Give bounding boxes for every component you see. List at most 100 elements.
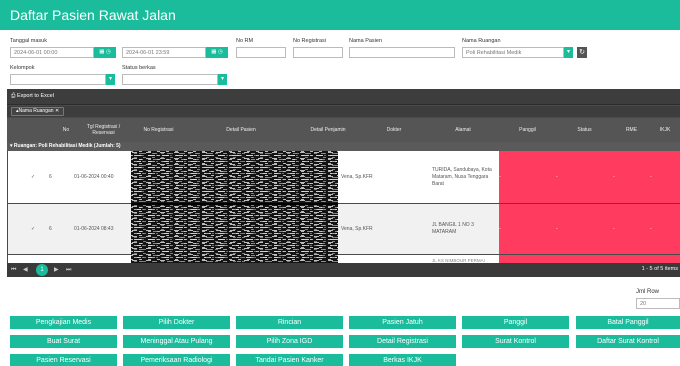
row-rme: - [613, 151, 650, 203]
row-dokter: dr. Vena, Sp.KFR [334, 226, 373, 232]
no-registrasi-label: No Registrasi [293, 38, 327, 44]
tanggal-masuk-label: Tanggal masuk [10, 38, 47, 44]
col-no[interactable]: No [55, 118, 77, 142]
page-title: Daftar Pasien Rawat Jalan [10, 7, 176, 23]
row-panggil: - [499, 151, 556, 203]
collapse-icon[interactable]: ▾ [10, 143, 13, 149]
group-row-header[interactable]: ▾ Ruangan: Poli Rehabilitasi Medik (Juml… [7, 142, 680, 151]
jml-row-input[interactable]: 20 [636, 298, 680, 309]
prev-page-icon[interactable]: ◀ [23, 265, 28, 275]
col-ikjk[interactable]: IKJK [650, 118, 680, 142]
close-icon[interactable]: ✕ [55, 108, 59, 114]
chevron-down-icon[interactable]: ▾ [218, 74, 227, 85]
col-expand [7, 118, 17, 142]
row-no: 6 [49, 226, 52, 232]
row-check[interactable]: ✓ [31, 151, 35, 203]
printer-icon: ⎙ [11, 93, 16, 99]
row-panggil: - [499, 204, 556, 254]
nama-ruangan-label: Nama Ruangan [462, 38, 501, 44]
first-page-icon[interactable]: ⏮ [11, 265, 16, 275]
last-page-icon[interactable]: ⏭ [66, 265, 71, 275]
no-registrasi-input[interactable] [293, 47, 343, 58]
daftar-surat-kontrol-button[interactable]: Daftar Surat Kontrol [576, 335, 680, 348]
row-alamat: TURIDA, Sandubaya, Kota Mataram, Nusa Te… [432, 166, 492, 187]
row-dokter: dr. Vena, Sp.KFR [334, 174, 373, 180]
pasien-jatuh-button[interactable]: Pasien Jatuh [349, 316, 456, 329]
group-chip-label: Nama Ruangan [18, 108, 54, 114]
table-row[interactable]: JL KS NIMBOUR PERMAI [8, 255, 680, 263]
clock-icon: ◷ [105, 49, 111, 55]
chevron-down-icon[interactable]: ▾ [106, 74, 115, 85]
tanggal-dari-picker-button[interactable]: ▦ ◷ [94, 47, 116, 58]
row-tgl: 01-06-2024 00:40 [74, 174, 114, 180]
table-row[interactable]: ✓ 6 01-06-2024 08:43 dr. Vena, Sp.KFR JL… [8, 204, 680, 254]
pengkajian-medis-button[interactable]: Pengkajian Medis [10, 316, 117, 329]
row-tgl: 01-06-2024 08:43 [74, 226, 114, 232]
next-page-icon[interactable]: ▶ [54, 265, 59, 275]
row-status: - [556, 204, 613, 254]
clock-icon: ◷ [217, 49, 223, 55]
calendar-icon: ▦ [211, 49, 217, 55]
col-panggil[interactable]: Panggil [499, 118, 556, 142]
page-button-current[interactable]: 1 [36, 264, 48, 276]
status-berkas-select[interactable] [122, 74, 218, 85]
group-bar: ▴Nama Ruangan ✕ [7, 106, 680, 117]
col-status[interactable]: Status [556, 118, 613, 142]
row-no: 6 [49, 174, 52, 180]
col-alamat[interactable]: Alamat [427, 118, 499, 142]
tandai-pasien-kanker-button[interactable]: Tandai Pasien Kanker [236, 354, 343, 366]
grid-toolbar: ⎙ Export to Excel [7, 89, 680, 105]
col-tgl-registrasi[interactable]: Tgl Registrasi / Reservasi [77, 118, 130, 142]
pilih-zona-igd-button[interactable]: Pilih Zona IGD [236, 335, 343, 348]
row-status-strip [499, 255, 680, 263]
no-rm-input[interactable] [236, 47, 286, 58]
panggil-button[interactable]: Panggil [462, 316, 569, 329]
kelompok-label: Kelompok [10, 65, 35, 71]
no-rm-label: No RM [236, 38, 254, 44]
col-rme[interactable]: RME [613, 118, 650, 142]
nama-pasien-label: Nama Pasien [349, 38, 383, 44]
nama-pasien-input[interactable] [349, 47, 455, 58]
batal-panggil-button[interactable]: Batal Panggil [576, 316, 680, 329]
pemeriksaan-radiologi-button[interactable]: Pemeriksaan Radiologi [123, 354, 230, 366]
nama-ruangan-select[interactable]: Poli Rehabilitasi Medik [462, 47, 564, 58]
col-detail-penjamin[interactable]: Detail Penjamin [295, 118, 361, 142]
row-ikjk: - [650, 204, 680, 254]
rincian-button[interactable]: Rincian [236, 316, 343, 329]
jml-row-label: Jml Row [636, 289, 660, 295]
col-check[interactable] [17, 118, 55, 142]
row-alamat: JL BANGIL 1 NO 3 MATARAM [432, 222, 474, 235]
row-rme: - [613, 204, 650, 254]
table-row[interactable]: ✓ 6 01-06-2024 00:40 dr. Vena, Sp.KFR TU… [8, 151, 680, 203]
grid-pager: ⏮ ◀ 1 ▶ ⏭ 1 - 5 of 5 items [7, 263, 680, 277]
row-alamat: JL KS NIMBOUR PERMAI [432, 258, 485, 263]
berkas-ikjk-button[interactable]: Berkas IKJK [349, 354, 456, 366]
status-berkas-label: Status berkas [122, 65, 156, 71]
refresh-icon[interactable]: ↻ [577, 47, 587, 58]
detail-registrasi-button[interactable]: Detail Registrasi [349, 335, 456, 348]
pasien-reservasi-button[interactable]: Pasien Reservasi [10, 354, 117, 366]
col-dokter[interactable]: Dokter [361, 118, 427, 142]
row-check[interactable]: ✓ [31, 204, 35, 254]
col-no-registrasi[interactable]: No Registrasi [130, 118, 187, 142]
group-row-label: Ruangan: Poli Rehabilitasi Medik (Jumlah… [13, 143, 121, 149]
redacted-patient-details [131, 151, 338, 271]
group-chip[interactable]: ▴Nama Ruangan ✕ [11, 107, 65, 116]
chevron-down-icon[interactable]: ▾ [564, 47, 573, 58]
export-label: Export to Excel [16, 93, 54, 99]
surat-kontrol-button[interactable]: Surat Kontrol [462, 335, 569, 348]
tanggal-sampai-picker-button[interactable]: ▦ ◷ [206, 47, 228, 58]
kelompok-select[interactable] [10, 74, 106, 85]
buat-surat-button[interactable]: Buat Surat [10, 335, 117, 348]
meninggal-atau-pulang-button[interactable]: Meninggal Atau Pulang [123, 335, 230, 348]
pager-info: 1 - 5 of 5 items [641, 266, 678, 272]
pilih-dokter-button[interactable]: Pilih Dokter [123, 316, 230, 329]
export-excel-button[interactable]: ⎙ Export to Excel [11, 93, 54, 100]
row-status: - [556, 151, 613, 203]
calendar-icon: ▦ [99, 49, 105, 55]
tanggal-dari-input[interactable]: 2024-06-01 00:00 [10, 47, 94, 58]
grid-header: No Tgl Registrasi / Reservasi No Registr… [7, 118, 680, 142]
col-detail-pasien[interactable]: Detail Pasien [187, 118, 295, 142]
tanggal-sampai-input[interactable]: 2024-06-01 23:59 [122, 47, 206, 58]
row-ikjk: - [650, 151, 680, 203]
